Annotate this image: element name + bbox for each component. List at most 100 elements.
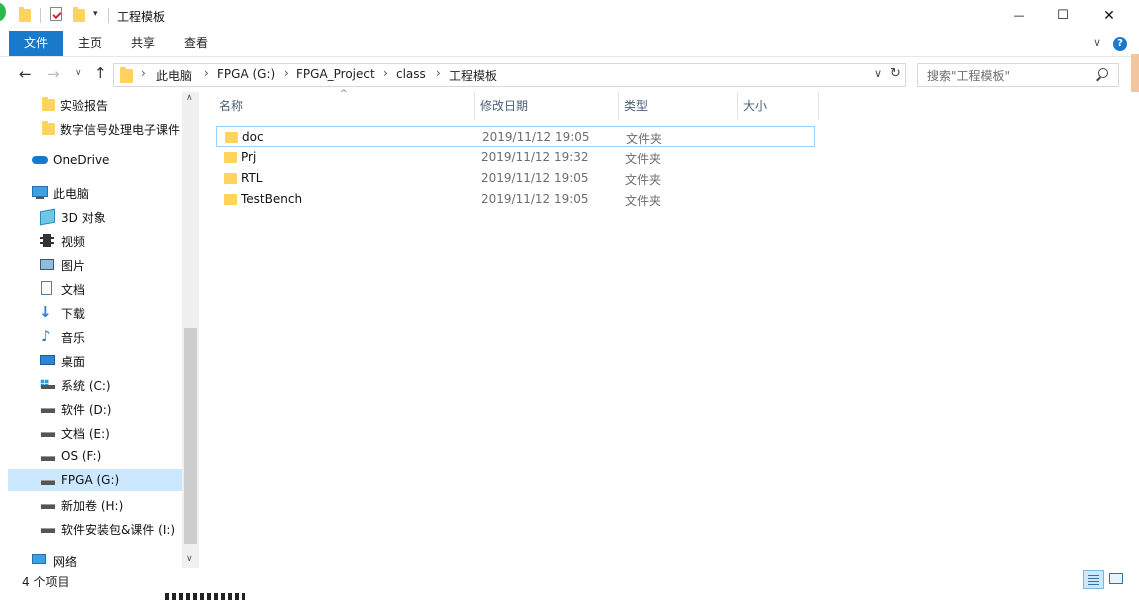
details-view-icon[interactable] bbox=[1083, 570, 1104, 589]
nav-item-lab-reports[interactable]: 实验报告 bbox=[8, 93, 182, 115]
file-name: TestBench bbox=[241, 192, 303, 206]
nav-item-label: 数字信号处理电子课件 bbox=[60, 123, 181, 137]
nav-item-drive-e[interactable]: 文档 (E:) bbox=[8, 421, 182, 443]
file-name: Prj bbox=[241, 150, 257, 164]
address-dropdown-icon[interactable]: ∨ bbox=[874, 67, 882, 80]
navigation-pane: 实验报告 数字信号处理电子课件 OneDrive 此电脑 3D 对象 视频 图片… bbox=[8, 92, 182, 568]
column-header-type[interactable]: 类型 bbox=[619, 92, 738, 120]
nav-item-label: 软件安装包&课件 (I:) bbox=[61, 523, 176, 537]
breadcrumb-class[interactable]: class bbox=[396, 67, 426, 81]
file-row[interactable]: RTL 2019/11/12 19:05 文件夹 bbox=[216, 168, 815, 189]
address-row: ← → ∨ ↑ › 此电脑 › FPGA (G:) › FPGA_Project… bbox=[0, 57, 1139, 92]
minimize-button[interactable]: — bbox=[996, 0, 1042, 31]
file-list: ^ 名称 修改日期 类型 大小 doc 2019/11/12 19:05 文件夹… bbox=[199, 89, 1139, 568]
column-header-date[interactable]: 修改日期 bbox=[475, 92, 619, 120]
maximize-button[interactable]: ☐ bbox=[1040, 0, 1086, 31]
nav-item-drive-c[interactable]: 系统 (C:) bbox=[8, 373, 182, 395]
documents-icon bbox=[41, 281, 52, 295]
file-name: RTL bbox=[241, 171, 263, 185]
nav-item-label: 实验报告 bbox=[60, 99, 109, 113]
folder-icon bbox=[19, 7, 31, 22]
nav-item-desktop[interactable]: 桌面 bbox=[8, 349, 182, 371]
properties-icon[interactable] bbox=[50, 7, 62, 21]
tab-file[interactable]: 文件 bbox=[9, 31, 63, 56]
desktop-icon bbox=[40, 355, 55, 365]
title-bar: ▾ 工程模板 — ☐ ✕ bbox=[0, 0, 1139, 31]
help-label: ? bbox=[1117, 38, 1123, 49]
nav-item-documents[interactable]: 文档 bbox=[8, 277, 182, 299]
scroll-down-icon[interactable]: ∨ bbox=[186, 554, 193, 564]
address-bar[interactable]: › 此电脑 › FPGA (G:) › FPGA_Project › class… bbox=[113, 63, 906, 87]
breadcrumb-current[interactable]: 工程模板 bbox=[449, 67, 497, 84]
nav-item-label: 视频 bbox=[61, 235, 86, 249]
drive-icon bbox=[41, 528, 55, 533]
nav-item-label: 桌面 bbox=[61, 355, 86, 369]
quick-access-separator bbox=[108, 8, 109, 23]
close-icon: ✕ bbox=[1103, 7, 1115, 24]
search-input[interactable]: 搜索"工程模板" bbox=[927, 67, 1010, 84]
computer-icon bbox=[32, 186, 48, 197]
refresh-icon[interactable]: ↻ bbox=[890, 66, 901, 81]
nav-item-downloads[interactable]: ↓ 下载 bbox=[8, 301, 182, 323]
folder-icon bbox=[224, 173, 237, 184]
nav-item-music[interactable]: ♪ 音乐 bbox=[8, 325, 182, 347]
drive-body bbox=[41, 385, 55, 389]
nav-item-3d-objects[interactable]: 3D 对象 bbox=[8, 205, 182, 227]
nav-item-drive-i[interactable]: 软件安装包&课件 (I:) bbox=[8, 517, 182, 539]
breadcrumb-fpga-drive[interactable]: FPGA (G:) bbox=[217, 67, 275, 81]
scroll-up-icon[interactable]: ∧ bbox=[186, 93, 193, 103]
back-icon[interactable]: ← bbox=[19, 65, 32, 83]
computer-stand bbox=[36, 197, 44, 199]
file-date: 2019/11/12 19:32 bbox=[481, 150, 589, 164]
file-row[interactable]: TestBench 2019/11/12 19:05 文件夹 bbox=[216, 189, 815, 210]
close-button[interactable]: ✕ bbox=[1086, 0, 1132, 31]
nav-item-label: FPGA (G:) bbox=[61, 473, 120, 487]
nav-item-videos[interactable]: 视频 bbox=[8, 229, 182, 251]
video-icon bbox=[40, 234, 54, 247]
nav-item-label: 网络 bbox=[53, 555, 78, 568]
folder-icon bbox=[42, 97, 55, 111]
nav-item-label: OneDrive bbox=[53, 153, 110, 167]
qr-code-fragment bbox=[165, 593, 245, 600]
nav-item-label: 下载 bbox=[61, 307, 86, 321]
file-name: doc bbox=[242, 130, 264, 144]
breadcrumb-this-pc[interactable]: 此电脑 bbox=[156, 67, 192, 84]
tab-share[interactable]: 共享 bbox=[119, 31, 167, 56]
nav-item-pictures[interactable]: 图片 bbox=[8, 253, 182, 275]
recent-locations-icon[interactable]: ∨ bbox=[75, 68, 82, 78]
large-icons-view-icon[interactable] bbox=[1109, 573, 1123, 584]
location-folder-icon bbox=[120, 67, 133, 83]
new-folder-icon[interactable] bbox=[73, 7, 85, 22]
nav-item-this-pc[interactable]: 此电脑 bbox=[8, 181, 182, 203]
folder-icon bbox=[224, 152, 237, 163]
nav-item-drive-g[interactable]: FPGA (G:) bbox=[8, 469, 182, 491]
breadcrumb-fpga-project[interactable]: FPGA_Project bbox=[296, 67, 375, 81]
file-row[interactable]: Prj 2019/11/12 19:32 文件夹 bbox=[216, 147, 815, 168]
column-header-name[interactable]: 名称 bbox=[214, 92, 475, 120]
quick-access-dropdown-icon[interactable]: ▾ bbox=[93, 9, 98, 19]
help-icon[interactable]: ? bbox=[1113, 37, 1127, 51]
ribbon-tabs: 文件 主页 共享 查看 ∨ ? bbox=[0, 31, 1139, 57]
file-type: 文件夹 bbox=[625, 173, 662, 187]
background-content bbox=[160, 592, 340, 600]
nav-item-label: 新加卷 (H:) bbox=[61, 499, 124, 513]
folder-icon bbox=[224, 194, 237, 205]
nav-item-dsp-courseware[interactable]: 数字信号处理电子课件 bbox=[8, 117, 182, 139]
tab-view[interactable]: 查看 bbox=[172, 31, 220, 56]
nav-item-network[interactable]: 网络 bbox=[8, 549, 182, 568]
column-header-size[interactable]: 大小 bbox=[738, 92, 819, 120]
nav-item-onedrive[interactable]: OneDrive bbox=[8, 149, 182, 171]
nav-item-drive-d[interactable]: 软件 (D:) bbox=[8, 397, 182, 419]
network-icon bbox=[32, 554, 46, 564]
nav-item-drive-f[interactable]: OS (F:) bbox=[8, 445, 182, 467]
scroll-thumb[interactable] bbox=[184, 328, 197, 544]
nav-scrollbar[interactable]: ∧ ∨ bbox=[182, 92, 199, 568]
forward-icon[interactable]: → bbox=[47, 65, 60, 83]
nav-item-drive-h[interactable]: 新加卷 (H:) bbox=[8, 493, 182, 515]
pictures-icon bbox=[40, 259, 54, 270]
search-box[interactable]: 搜索"工程模板" bbox=[917, 63, 1119, 87]
tab-home[interactable]: 主页 bbox=[66, 31, 114, 56]
expand-ribbon-icon[interactable]: ∨ bbox=[1093, 36, 1101, 49]
file-row[interactable]: doc 2019/11/12 19:05 文件夹 bbox=[216, 126, 815, 147]
up-icon[interactable]: ↑ bbox=[94, 64, 107, 82]
